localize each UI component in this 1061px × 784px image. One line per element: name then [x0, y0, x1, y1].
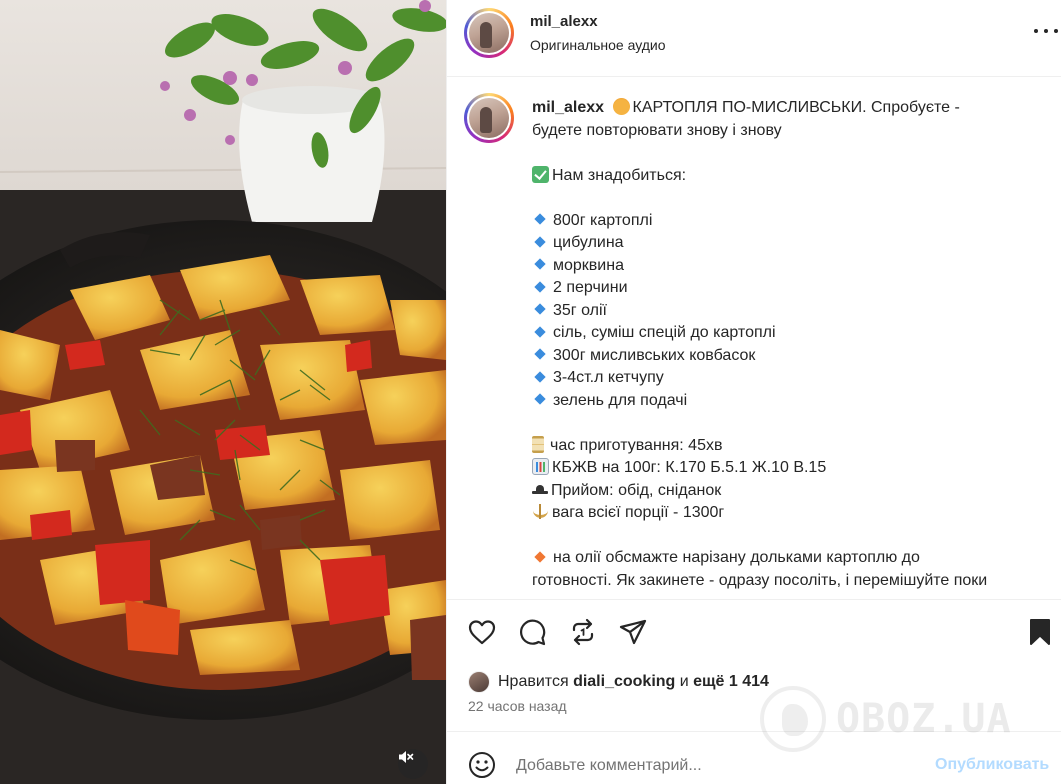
emoji-smile-icon[interactable] — [468, 751, 496, 779]
mute-button[interactable] — [398, 749, 428, 779]
likes-count[interactable]: ещё 1 414 — [693, 673, 769, 691]
caption-avatar[interactable] — [464, 93, 514, 143]
check-mark-icon — [532, 165, 549, 183]
blue-diamond-icon — [534, 303, 546, 315]
hourglass-icon — [532, 435, 544, 453]
ingredient-item: 2 перчини — [532, 277, 1047, 300]
food-photo — [0, 0, 446, 784]
orange-diamond-icon — [534, 551, 546, 563]
comment-icon[interactable] — [517, 617, 547, 647]
ingredient-item: зелень для подачі — [532, 390, 1047, 413]
bar-chart-icon — [532, 458, 549, 475]
step-text-line2: готовності. Як закинете - одразу посоліт… — [532, 571, 988, 589]
post-panel: mil_alexx Оригинальное аудио mil_alexx К… — [446, 0, 1061, 784]
liker-avatar[interactable] — [468, 671, 490, 693]
liker-username[interactable]: diali_cooking — [573, 673, 675, 691]
step-text-line1: на олії обсмажте нарізану дольками карто… — [553, 549, 920, 566]
heart-icon[interactable] — [467, 617, 497, 647]
audio-link[interactable]: Оригинальное аудио — [530, 37, 666, 53]
blue-diamond-icon — [534, 236, 546, 248]
more-options-icon[interactable] — [1034, 26, 1058, 36]
likes-summary[interactable]: Нравится diali_cooking и ещё 1 414 — [468, 670, 769, 694]
ingredient-item: сіль, суміш спецій до картоплі — [532, 322, 1047, 345]
caption-area[interactable]: mil_alexx КАРТОПЛЯ ПО-МИСЛИВСЬКИ. Спробу… — [447, 77, 1061, 600]
meal-type: Прийом: обід, сніданок — [551, 481, 722, 499]
cloche-icon — [532, 481, 548, 498]
comment-input[interactable] — [516, 754, 906, 778]
post-header: mil_alexx Оригинальное аудио — [447, 0, 1061, 77]
caption-username[interactable]: mil_alexx — [532, 99, 604, 116]
cook-time: час приготування: 45хв — [550, 436, 723, 454]
caption-text: mil_alexx КАРТОПЛЯ ПО-МИСЛИВСЬКИ. Спробу… — [532, 97, 1047, 592]
ingredient-item: цибулина — [532, 232, 1047, 255]
portion-weight: вага всієї порції - 1300г — [552, 504, 725, 521]
blue-diamond-icon — [534, 393, 546, 405]
nutrition-info: КБЖВ на 100г: К.170 Б.5.1 Ж.10 В.15 — [552, 459, 827, 476]
author-avatar[interactable] — [464, 8, 514, 58]
blue-diamond-icon — [534, 258, 546, 270]
blue-diamond-icon — [534, 348, 546, 360]
ingredient-item: 3-4ст.л кетчупу — [532, 367, 1047, 390]
ingredient-item: морквина — [532, 255, 1047, 278]
repost-icon[interactable] — [568, 617, 598, 647]
caption-title-line2: будете повторювати знову і знову — [532, 121, 782, 139]
ingredients-heading: Нам знадобиться: — [552, 166, 687, 184]
speaker-muted-icon — [399, 751, 414, 763]
publish-button[interactable]: Опубликовать — [935, 756, 1049, 774]
share-icon[interactable] — [618, 617, 648, 647]
post-timestamp[interactable]: 22 часов назад — [468, 698, 567, 714]
blue-diamond-icon — [534, 281, 546, 293]
comment-bar: Опубликовать — [447, 731, 1061, 784]
blue-diamond-icon — [534, 213, 546, 225]
scales-icon — [532, 503, 549, 520]
caption-title-line1: КАРТОПЛЯ ПО-МИСЛИВСЬКИ. Спробуєте - — [632, 99, 960, 116]
ingredient-item: 300г мисливських ковбасок — [532, 345, 1047, 368]
blue-diamond-icon — [534, 371, 546, 383]
heart-eyes-emoji-icon — [612, 98, 630, 115]
bookmark-icon[interactable] — [1025, 617, 1055, 647]
blue-diamond-icon — [534, 326, 546, 338]
post-media[interactable] — [0, 0, 446, 784]
action-bar — [447, 600, 1061, 664]
ingredient-item: 35г олії — [532, 300, 1047, 323]
author-username[interactable]: mil_alexx — [530, 13, 598, 30]
ingredient-item: 800г картоплі — [532, 210, 1047, 233]
